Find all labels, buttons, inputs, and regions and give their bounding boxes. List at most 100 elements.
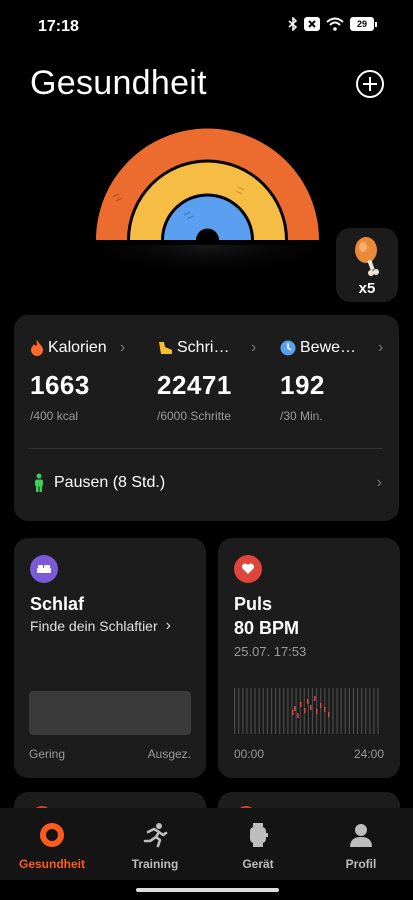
pulse-reading	[304, 708, 306, 713]
pulse-reading	[307, 699, 309, 704]
stat-goal: /30 Min.	[280, 409, 323, 423]
pulse-grid-bar	[283, 688, 285, 734]
sleep-score-bar	[29, 691, 191, 735]
pulse-reading	[300, 702, 302, 707]
sleep-high-label: Ausgez.	[147, 747, 191, 761]
activity-stats-card: Kalorien 1663 /400 kcal › Schri… 22471 /…	[14, 315, 399, 521]
pulse-value: 80 BPM	[234, 618, 300, 638]
bed-icon	[30, 555, 58, 583]
shoe-icon	[159, 342, 172, 354]
nav-item-profil[interactable]: Profil	[313, 822, 409, 871]
pulse-reading	[320, 703, 322, 708]
pause-row[interactable]: Pausen (8 Std.) ›	[32, 473, 382, 493]
pulse-grid-bar	[254, 688, 256, 734]
bluetooth-icon	[288, 17, 298, 31]
sleep-subtitle: Finde dein Schlaftier	[30, 618, 158, 634]
pulse-grid-bar	[258, 688, 260, 734]
pulse-start-label: 00:00	[234, 747, 265, 761]
stat-value: 22471	[157, 370, 232, 400]
pulse-grid-bar	[307, 688, 309, 734]
pulse-grid-bar	[242, 688, 244, 734]
pulse-reading	[294, 706, 296, 711]
pulse-grid-bar	[270, 688, 273, 734]
pulse-grid-bar	[295, 688, 297, 734]
pulse-reading	[310, 705, 312, 710]
pulse-grid-bar	[320, 688, 322, 734]
chevron-right-icon: ›	[378, 339, 384, 356]
nav-item-gesundheit[interactable]: Gesundheit	[4, 822, 100, 871]
pulse-grid-bar	[348, 688, 350, 734]
stat-goal: /400 kcal	[30, 409, 79, 423]
flame-icon	[31, 340, 43, 356]
pulse-grid-bar	[275, 688, 277, 734]
add-button[interactable]	[356, 70, 384, 98]
battery-icon: 29	[350, 17, 377, 31]
sleep-card[interactable]: Schlaf Finde dein Schlaftier › Gering Au…	[14, 538, 206, 778]
pulse-grid-bar	[369, 688, 371, 734]
pulse-grid-bar	[246, 688, 248, 734]
person-icon	[350, 824, 372, 847]
bottom-nav: Gesundheit Training Gerät Profil	[0, 808, 413, 880]
chevron-right-icon: ›	[251, 339, 257, 356]
stat-label: Bewe…	[300, 339, 357, 356]
pulse-reading	[324, 707, 326, 712]
stat-value: 192	[280, 370, 325, 400]
pulse-grid-bar	[357, 688, 359, 734]
pulse-grid-bar	[279, 688, 281, 734]
pulse-grid-bar	[311, 688, 314, 734]
nav-label: Gerät	[242, 857, 274, 871]
wifi-icon	[326, 17, 344, 31]
pulse-reading	[314, 696, 316, 701]
watch-icon	[250, 823, 268, 847]
notification-muted-icon	[304, 17, 320, 31]
pulse-grid-bar	[332, 688, 334, 734]
pulse-grid-bar	[361, 688, 363, 734]
pulse-card[interactable]: Puls 80 BPM 25.07. 17:53 00:00 24:00	[218, 538, 400, 778]
pulse-grid-bar	[299, 688, 301, 734]
pulse-reading	[316, 709, 318, 714]
chevron-right-icon: ›	[165, 617, 171, 634]
nav-item-geraet[interactable]: Gerät	[210, 822, 306, 871]
pulse-reading	[328, 712, 330, 717]
status-bar: 17:18 29	[0, 0, 413, 52]
divider	[28, 448, 383, 449]
clock-icon	[280, 340, 296, 356]
stat-value: 1663	[30, 370, 90, 400]
nav-label: Profil	[345, 857, 377, 871]
health-ring-icon	[40, 823, 64, 847]
home-indicator[interactable]	[136, 888, 279, 892]
pulse-grid-bar	[340, 688, 342, 734]
standing-person-icon	[35, 473, 43, 492]
stat-goal: /6000 Schritte	[157, 409, 232, 423]
page-title: Gesundheit	[30, 64, 207, 102]
sleep-subtitle-row[interactable]: Finde dein Schlaftier ›	[30, 617, 171, 635]
pulse-grid-bar	[238, 688, 240, 734]
pulse-reading	[292, 710, 294, 715]
pulse-grid-bar	[365, 688, 367, 734]
pulse-reading	[297, 713, 299, 718]
pulse-chart	[234, 688, 379, 734]
stat-label: Kalorien	[48, 339, 107, 356]
pulse-grid-bar	[328, 688, 330, 734]
pulse-grid-bar	[234, 688, 236, 734]
nav-item-training[interactable]: Training	[107, 822, 203, 871]
drumstick-icon	[355, 237, 379, 276]
runner-icon	[143, 823, 168, 848]
nav-label: Training	[131, 857, 179, 871]
pulse-title: Puls	[234, 594, 273, 614]
activity-rings[interactable]	[90, 125, 325, 300]
reward-badge[interactable]: x5	[336, 228, 398, 302]
battery-level: 29	[356, 19, 367, 29]
pulse-grid-bar	[377, 688, 379, 734]
pulse-grid-bar	[344, 688, 346, 734]
heart-icon	[234, 555, 262, 583]
pulse-grid-bar	[373, 688, 375, 734]
chevron-right-icon: ›	[120, 339, 126, 356]
stat-calories[interactable]: Kalorien 1663 /400 kcal	[30, 339, 145, 423]
reward-count: x5	[358, 280, 376, 297]
status-time: 17:18	[38, 18, 79, 35]
pulse-grid-bar	[352, 688, 355, 734]
pause-label: Pausen (8 Std.)	[54, 474, 166, 491]
pulse-grid-bar	[250, 688, 252, 734]
pulse-end-label: 24:00	[353, 747, 384, 761]
